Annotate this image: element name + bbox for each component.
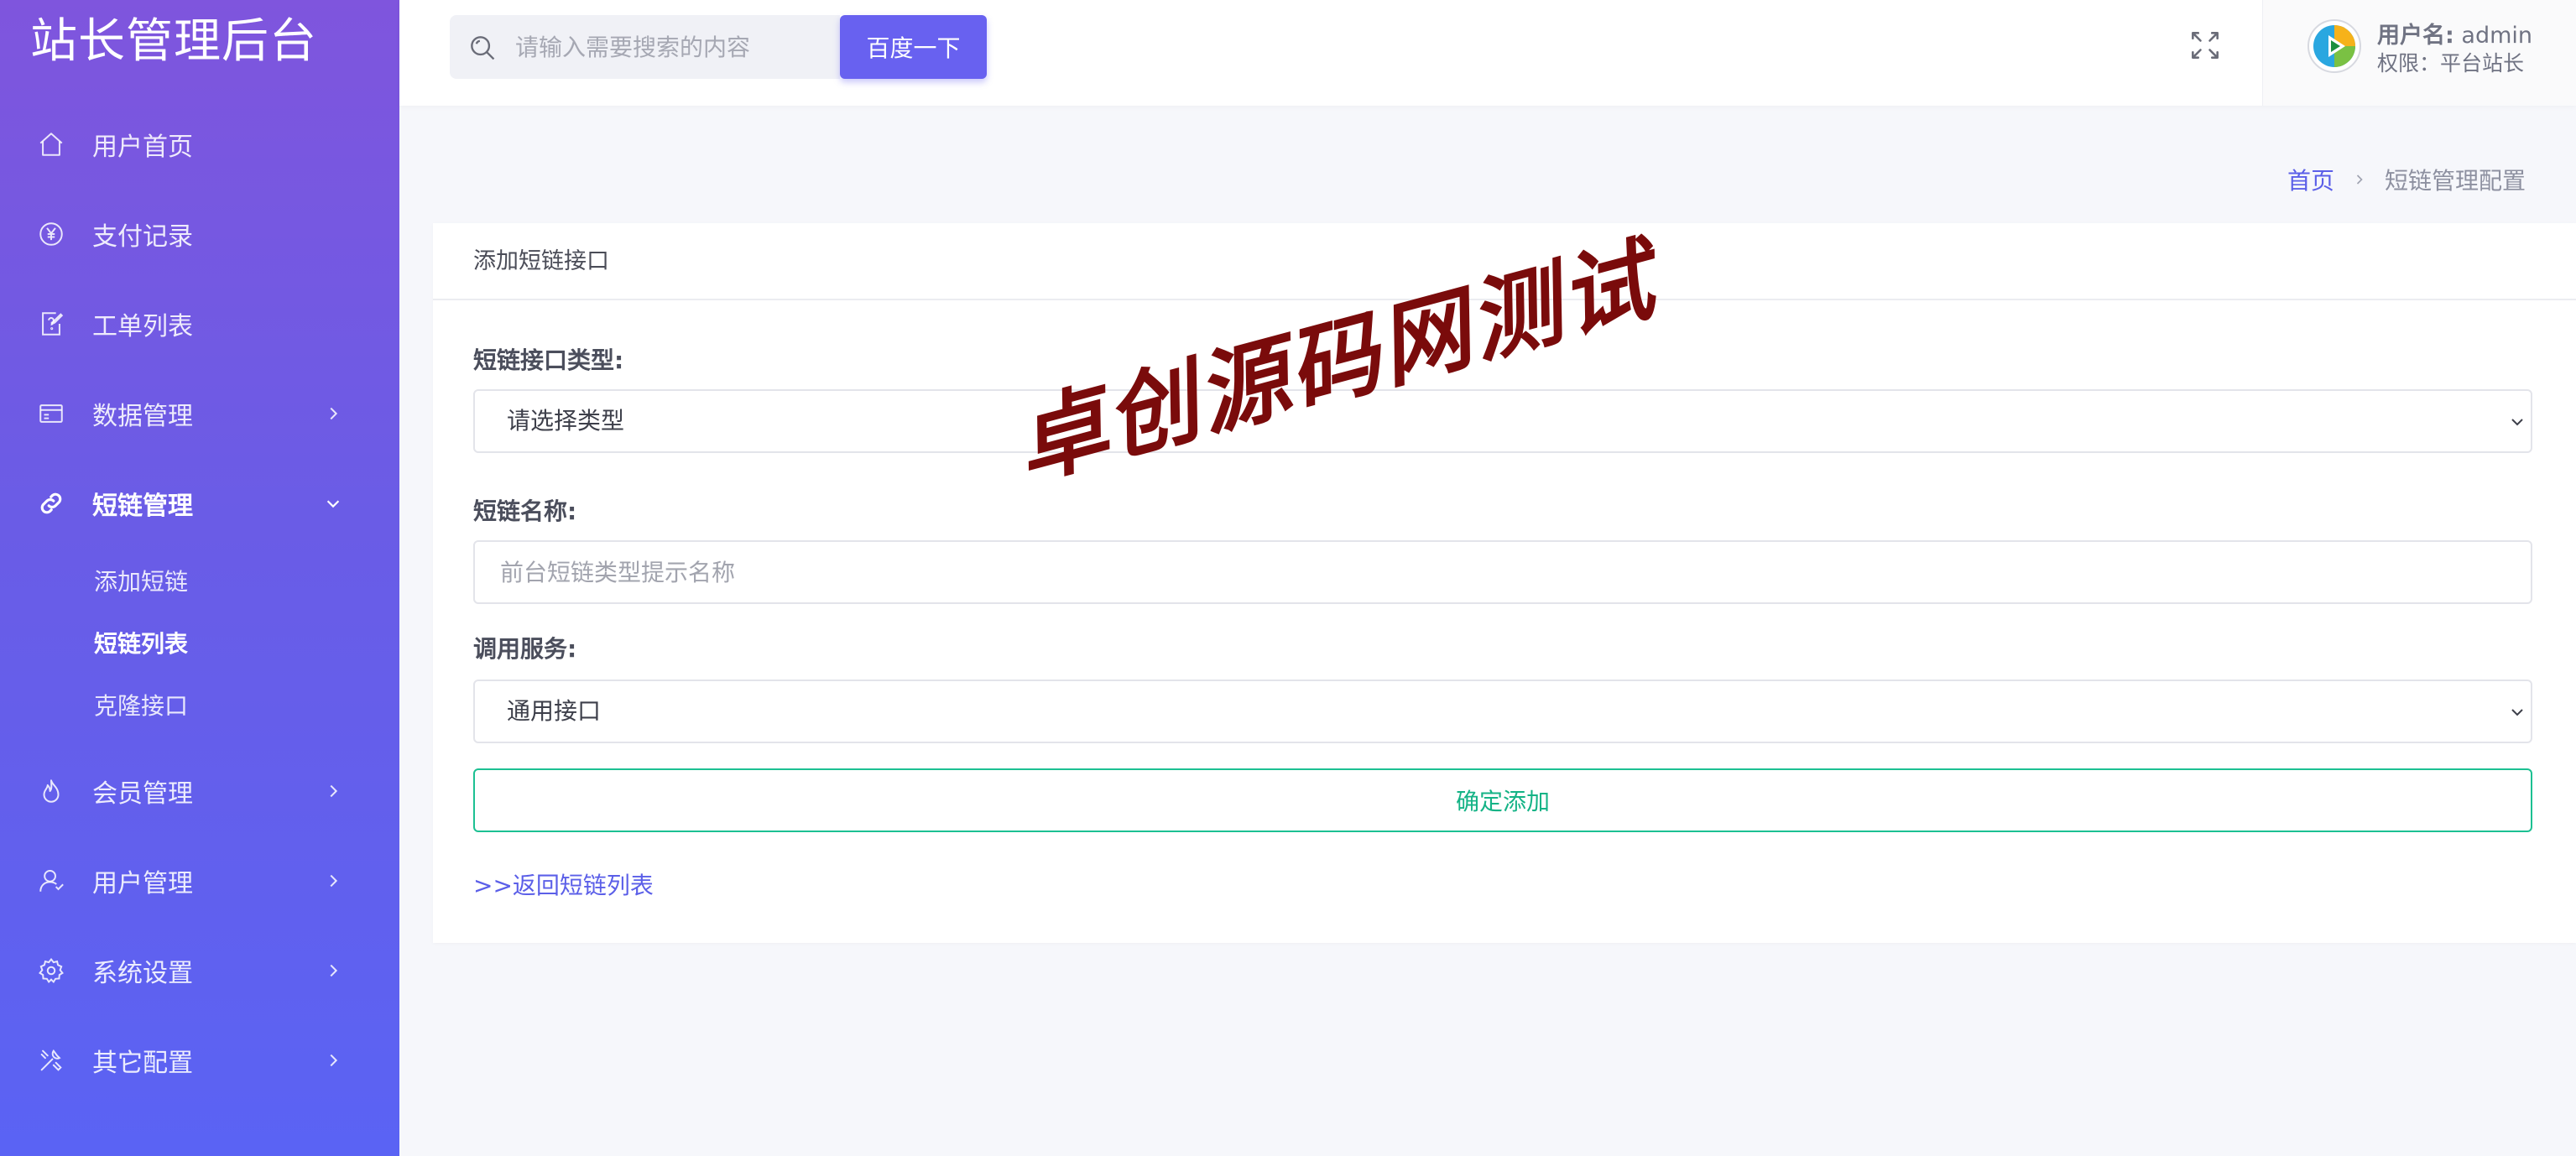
home-icon: [37, 130, 65, 159]
submenu-item-clone-api[interactable]: 克隆接口: [0, 675, 399, 737]
sidebar-item-shortlinks[interactable]: 短链管理: [0, 458, 399, 548]
user-profile[interactable]: 用户名: admin 权限：平台站长: [2262, 0, 2576, 106]
sidebar-item-users[interactable]: 用户管理: [0, 836, 399, 925]
flame-icon: [37, 777, 65, 805]
sidebar-item-label: 短链管理: [92, 491, 193, 521]
confirm-add-button[interactable]: 确定添加: [473, 768, 2532, 832]
type-select[interactable]: 请选择类型: [473, 389, 2532, 453]
submenu-item-add-shortlink[interactable]: 添加短链: [0, 551, 399, 613]
user-icon: [37, 867, 65, 895]
sidebar-item-label: 用户管理: [92, 868, 193, 898]
search-box: [450, 15, 840, 79]
name-input[interactable]: [473, 540, 2532, 604]
chevron-right-icon: [324, 961, 342, 980]
chevron-down-icon: [324, 494, 342, 513]
sidebar-item-other-config[interactable]: 其它配置: [0, 1015, 399, 1105]
type-label: 短链接口类型:: [473, 346, 624, 374]
breadcrumb-current: 短链管理配置: [2384, 167, 2526, 195]
form-card: 添加短链接口 短链接口类型: 请选择类型 短链名称: 调用服务: 通用接口 确定…: [433, 223, 2576, 943]
sidebar-item-home[interactable]: 用户首页: [0, 99, 399, 189]
user-name-line: 用户名: admin: [2377, 17, 2532, 49]
sidebar: 站长管理后台 用户首页 支付记录 工单列表 数据管理 短链管理 添加短链 短链列…: [0, 0, 399, 1156]
yen-icon: [37, 220, 65, 248]
sidebar-item-label: 支付记录: [92, 221, 193, 252]
sidebar-item-settings[interactable]: 系统设置: [0, 925, 399, 1015]
service-select[interactable]: 通用接口: [473, 680, 2532, 743]
search-input[interactable]: [515, 15, 826, 79]
sidebar-item-tickets[interactable]: 工单列表: [0, 279, 399, 368]
avatar: [2307, 18, 2362, 74]
service-label: 调用服务:: [473, 635, 577, 663]
sidebar-item-members[interactable]: 会员管理: [0, 746, 399, 836]
chevron-down-icon: [2507, 702, 2527, 722]
sidebar-nav: 用户首页 支付记录 工单列表 数据管理 短链管理 添加短链 短链列表 克隆接口 …: [0, 99, 399, 1105]
top-header: 百度一下 用户名: admin 权限：平台站长: [399, 0, 2576, 106]
submenu-item-shortlink-list[interactable]: 短链列表: [0, 613, 399, 675]
chevron-right-icon: [324, 782, 342, 800]
type-select-value: 请选择类型: [507, 407, 625, 435]
tools-icon: [37, 1046, 65, 1075]
breadcrumb-home[interactable]: 首页: [2287, 163, 2334, 196]
gear-icon: [37, 956, 65, 985]
sidebar-item-label: 数据管理: [92, 401, 193, 431]
shortlinks-submenu: 添加短链 短链列表 克隆接口: [0, 548, 399, 746]
link-icon: [37, 489, 65, 518]
fullscreen-icon[interactable]: [2187, 27, 2224, 64]
user-name-value: admin: [2461, 23, 2533, 49]
sidebar-item-label: 系统设置: [92, 958, 193, 988]
card-title: 添加短链接口: [433, 223, 2576, 300]
sidebar-item-label: 会员管理: [92, 778, 193, 809]
chevron-down-icon: [2507, 412, 2527, 432]
user-name-label: 用户名:: [2377, 23, 2454, 49]
back-to-list-link[interactable]: >>返回短链列表: [473, 867, 654, 901]
chevron-right-icon: [324, 404, 342, 423]
sidebar-item-payments[interactable]: 支付记录: [0, 189, 399, 279]
breadcrumb: 首页 短链管理配置: [2287, 163, 2526, 196]
chevron-right-icon: [2351, 171, 2368, 188]
user-role: 权限：平台站长: [2377, 51, 2525, 76]
sidebar-item-label: 其它配置: [92, 1048, 193, 1078]
chevron-right-icon: [324, 872, 342, 890]
sidebar-item-data[interactable]: 数据管理: [0, 368, 399, 458]
search-button[interactable]: 百度一下: [840, 15, 987, 79]
service-select-value: 通用接口: [507, 697, 602, 725]
name-label: 短链名称:: [473, 497, 577, 525]
database-icon: [37, 399, 65, 428]
chevron-right-icon: [324, 1051, 342, 1070]
sidebar-item-label: 工单列表: [92, 311, 193, 341]
search-icon: [467, 32, 498, 64]
app-title: 站长管理后台: [30, 14, 317, 69]
sidebar-item-label: 用户首页: [92, 132, 193, 162]
ticket-icon: [37, 310, 65, 338]
